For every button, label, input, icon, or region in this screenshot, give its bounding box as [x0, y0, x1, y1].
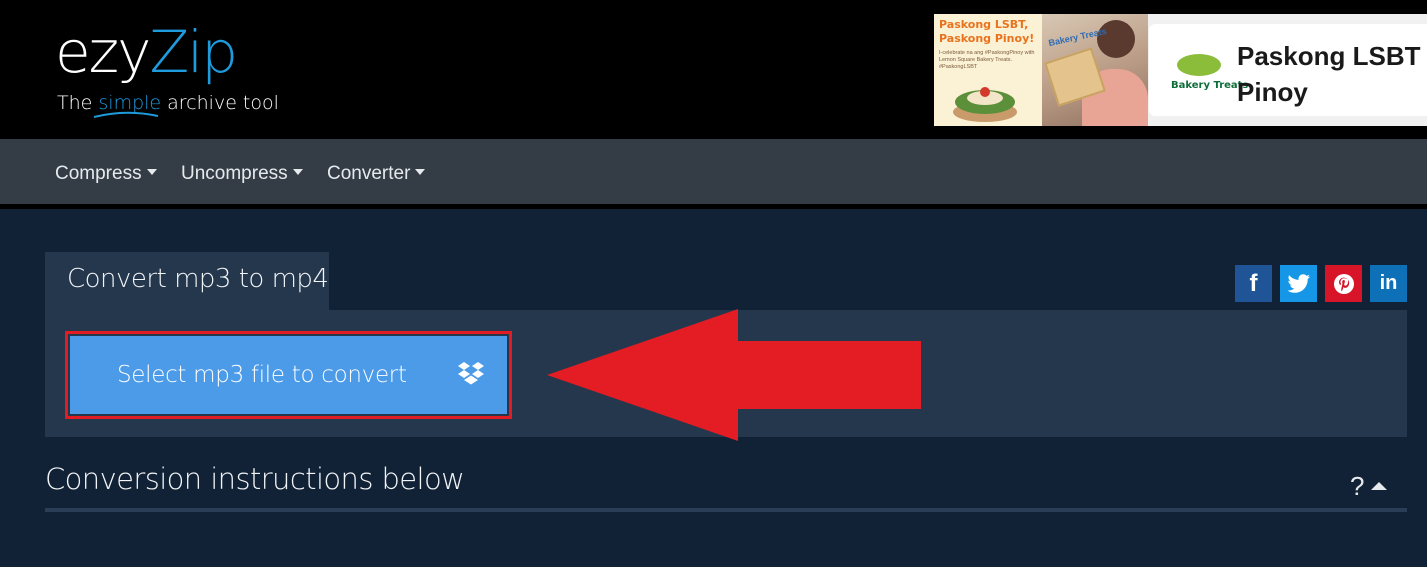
select-file-button[interactable]: Select mp3 file to convert — [70, 336, 507, 414]
caret-up-icon[interactable] — [1371, 482, 1387, 490]
tool-tab-title: Convert mp3 to mp4 — [67, 264, 329, 294]
logo-tagline: The simple archive tool — [57, 92, 279, 114]
cake-icon — [953, 87, 1017, 122]
help-toggle-button[interactable]: ? — [1350, 471, 1364, 502]
instructions-heading: Conversion instructions below — [45, 462, 465, 496]
twitter-icon — [1287, 273, 1310, 293]
ezyzip-logo[interactable]: ezyZip The simple archive tool — [55, 18, 279, 118]
tool-tab[interactable]: Convert mp3 to mp4 — [45, 252, 329, 310]
caret-down-icon — [415, 169, 426, 175]
red-arrow-annotation — [547, 309, 921, 441]
ad-card-title: Paskong LSBT Pinoy — [1237, 41, 1421, 107]
site-header: ezyZip The simple archive tool Paskong L… — [0, 0, 1427, 139]
pinterest-icon — [1333, 273, 1354, 294]
caret-down-icon — [146, 169, 157, 175]
linkedin-share-button[interactable]: in — [1370, 265, 1407, 302]
logo-swoosh-icon — [93, 111, 159, 118]
ad-card[interactable]: Bakery Treats Paskong LSBT Pinoy — [1149, 24, 1427, 116]
select-file-button-label: Select mp3 file to convert — [117, 362, 407, 388]
dropbox-icon[interactable] — [457, 361, 485, 387]
logo-wordmark: ezyZip — [55, 18, 238, 86]
advertisement-banner[interactable]: Paskong LSBT, Paskong Pinoy! I-celebrate… — [934, 14, 1427, 126]
section-divider — [45, 508, 1407, 512]
facebook-share-button[interactable]: f — [1235, 265, 1272, 302]
facebook-icon: f — [1249, 269, 1258, 297]
twitter-share-button[interactable] — [1280, 265, 1317, 302]
linkedin-icon: in — [1379, 272, 1398, 294]
pinterest-share-button[interactable] — [1325, 265, 1362, 302]
ad-headline: Paskong LSBT, Paskong Pinoy! — [939, 18, 1035, 45]
bakery-treats-logo-icon: Bakery Treats — [1171, 54, 1248, 104]
ad-left-panel: Paskong LSBT, Paskong Pinoy! I-celebrate… — [934, 14, 1042, 126]
nav-compress-dropdown[interactable]: Compress — [55, 163, 157, 185]
ad-photo: Bakery Treats — [1042, 14, 1148, 126]
question-mark-icon: ? — [1350, 471, 1365, 501]
caret-down-icon — [292, 169, 303, 175]
ad-subtext: I-celebrate na ang #PaskongPinoy with Le… — [939, 50, 1035, 70]
nav-converter-dropdown[interactable]: Converter — [327, 163, 426, 185]
main-navbar: Compress Uncompress Converter — [0, 139, 1427, 209]
nav-uncompress-dropdown[interactable]: Uncompress — [181, 163, 303, 185]
